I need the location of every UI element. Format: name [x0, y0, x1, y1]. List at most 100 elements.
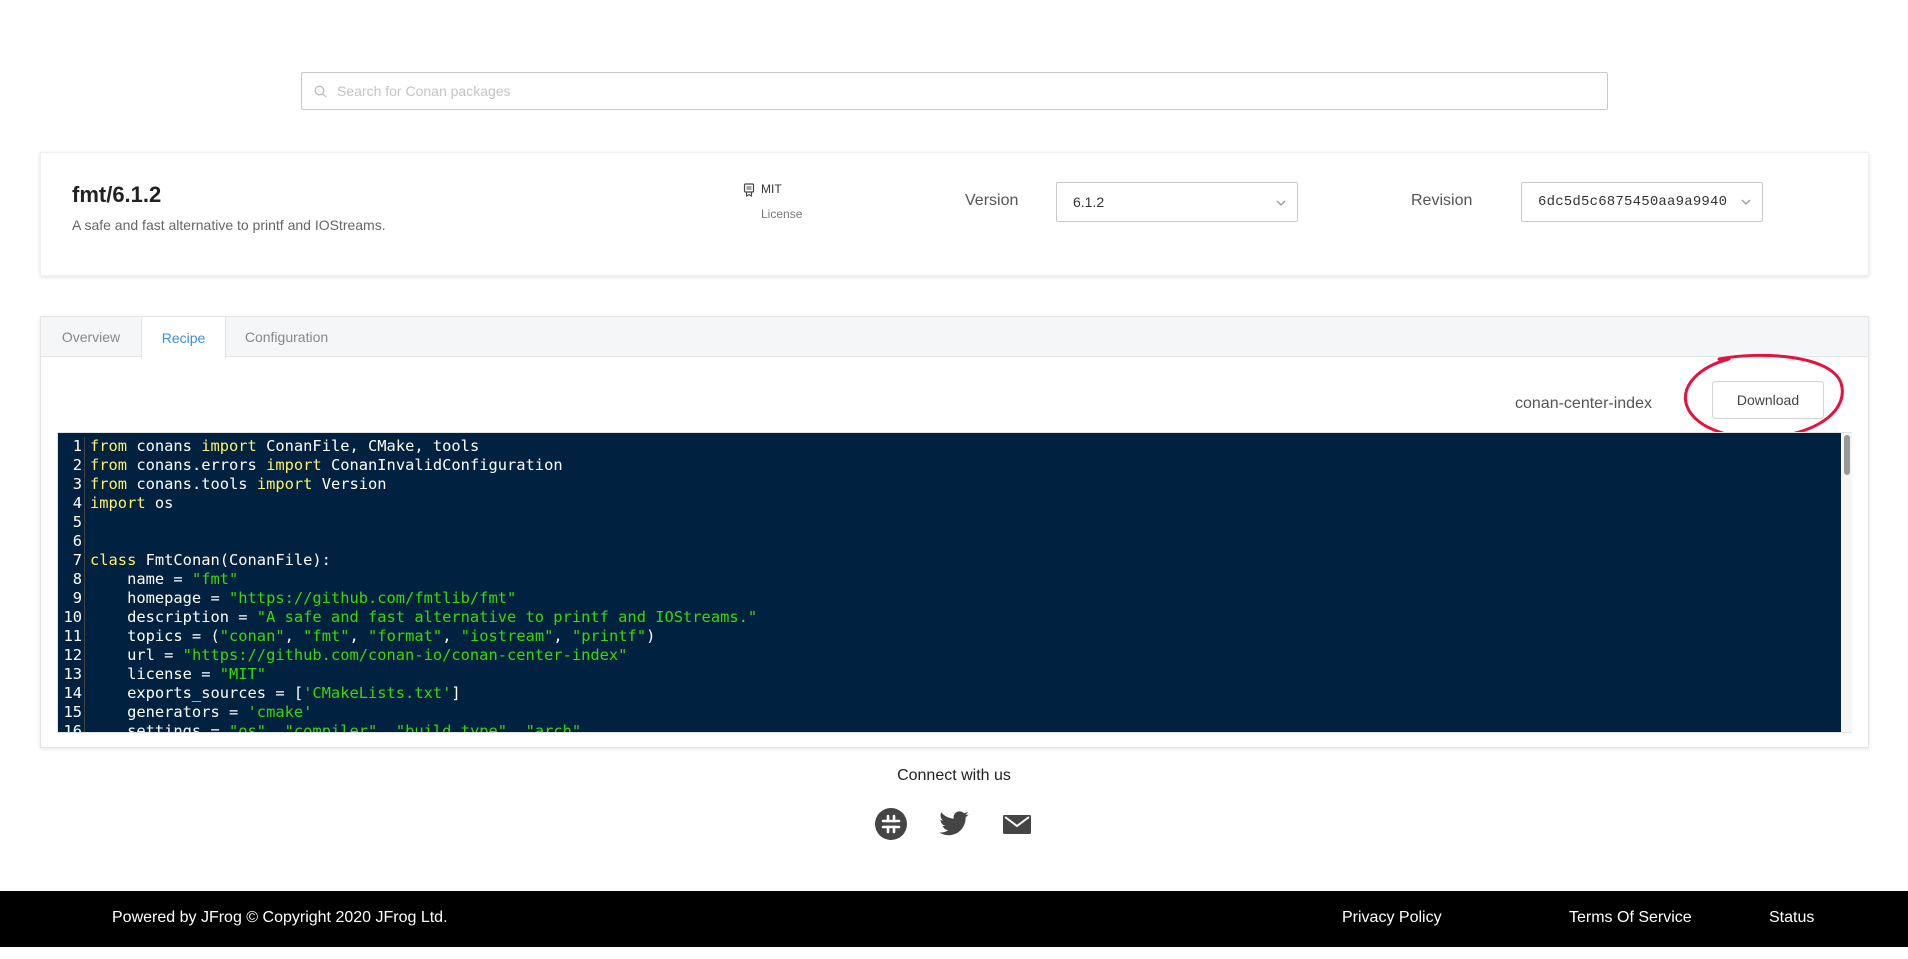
code-line: 11 topics = ("conan", "fmt", "format", "…: [58, 627, 1841, 646]
code-token: license =: [90, 665, 220, 683]
code-scrollbar[interactable]: [1842, 433, 1852, 732]
code-token: exports_sources = [: [90, 684, 304, 702]
search-box[interactable]: [301, 72, 1608, 110]
chevron-down-icon: [1740, 196, 1752, 208]
twitter-icon[interactable]: [938, 808, 970, 840]
code-token: ,: [266, 722, 285, 732]
tab-bar: Overview Recipe Configuration: [41, 317, 1868, 358]
code-line: 12 url = "https://github.com/conan-io/co…: [58, 646, 1841, 665]
recipe-code-viewer[interactable]: 1 from conans import ConanFile, CMake, to…: [57, 432, 1852, 733]
code-token: "https://github.com/fmtlib/fmt": [229, 589, 517, 607]
search-input[interactable]: [337, 83, 1537, 99]
tab-recipe[interactable]: Recipe: [141, 317, 226, 358]
line-number: 16: [58, 722, 85, 732]
line-number: 9: [58, 589, 85, 608]
version-select-value: 6.1.2: [1073, 194, 1105, 210]
package-header-card: fmt/6.1.2 A safe and fast alternative to…: [40, 152, 1869, 276]
code-token: "printf": [571, 627, 647, 645]
slack-icon[interactable]: [875, 808, 907, 840]
revision-select[interactable]: 6dc5d5c6875450aa9a9940: [1521, 182, 1763, 222]
license-value: MIT: [761, 182, 782, 196]
code-token: from: [90, 456, 128, 474]
code-line-content: topics = ("conan", "fmt", "format", "ios…: [90, 627, 655, 646]
code-line-content: license = "MIT": [90, 665, 266, 684]
code-token: topics = (: [90, 627, 220, 645]
line-number: 6: [58, 532, 85, 551]
code-line-content: import os: [90, 494, 173, 513]
line-number: 14: [58, 684, 85, 703]
code-line: 15 generators = 'cmake': [58, 703, 1841, 722]
code-token: "https://github.com/conan-io/conan-cente…: [182, 646, 628, 664]
code-token: url =: [90, 646, 183, 664]
line-number: 7: [58, 551, 85, 570]
code-token: ,: [553, 627, 572, 645]
code-line-content: from conans.tools import Version: [90, 475, 387, 494]
revision-label: Revision: [1411, 192, 1473, 209]
code-token: "A safe and fast alternative to printf a…: [256, 608, 758, 626]
code-line: 4 import os: [58, 494, 1841, 513]
terms-of-service-link[interactable]: Terms Of Service: [1569, 909, 1692, 927]
line-number: 2: [58, 456, 85, 475]
code-token: "conan": [219, 627, 285, 645]
code-line-content: class FmtConan(ConanFile):: [90, 551, 331, 570]
package-description: A safe and fast alternative to printf an…: [72, 217, 386, 233]
code-line-content: generators = 'cmake': [90, 703, 312, 722]
version-select[interactable]: 6.1.2: [1056, 182, 1298, 222]
code-token: class: [90, 551, 137, 569]
line-number: 11: [58, 627, 85, 646]
code-line-content: name = "fmt": [90, 570, 238, 589]
code-token: import: [201, 437, 257, 455]
code-token: "format": [368, 627, 443, 645]
tab-overview[interactable]: Overview: [41, 317, 141, 357]
line-number: 3: [58, 475, 85, 494]
code-editor[interactable]: 1 from conans import ConanFile, CMake, to…: [58, 433, 1841, 732]
code-token: ,: [284, 627, 304, 645]
code-line: 5: [58, 513, 1841, 532]
tab-configuration[interactable]: Configuration: [226, 317, 347, 357]
line-number: 12: [58, 646, 85, 665]
license-label: License: [761, 207, 803, 221]
code-line: 13 license = "MIT": [58, 665, 1841, 684]
line-number: 4: [58, 494, 85, 513]
code-line: 7 class FmtConan(ConanFile):: [58, 551, 1841, 570]
code-token: ConanFile, CMake, tools: [256, 437, 480, 455]
code-token: ]: [451, 684, 461, 702]
code-token: conans: [127, 437, 202, 455]
code-token: description =: [90, 608, 257, 626]
scrollbar-thumb[interactable]: [1844, 435, 1850, 475]
code-line: 10 description = "A safe and fast altern…: [58, 608, 1841, 627]
code-token: "MIT": [219, 665, 267, 683]
code-token: 'CMakeLists.txt': [303, 684, 452, 702]
line-number: 15: [58, 703, 85, 722]
code-line-content: url = "https://github.com/conan-io/conan…: [90, 646, 627, 665]
code-token: import: [90, 494, 146, 512]
code-token: os: [145, 494, 174, 512]
code-token: import: [266, 456, 322, 474]
code-token: ,: [377, 722, 396, 732]
connect-heading: Connect with us: [897, 767, 1011, 784]
code-token: "compiler": [284, 722, 378, 732]
code-token: from: [90, 475, 128, 493]
code-token: ): [646, 627, 656, 645]
code-token: import: [256, 475, 313, 493]
code-line: 16 settings = "os", "compiler", "build_t…: [58, 722, 1841, 732]
code-token: ConanInvalidConfiguration: [321, 456, 563, 474]
code-token: settings =: [90, 722, 229, 732]
code-token: name =: [90, 570, 192, 588]
privacy-policy-link[interactable]: Privacy Policy: [1342, 909, 1442, 927]
code-line-content: description = "A safe and fast alternati…: [90, 608, 757, 627]
status-link[interactable]: Status: [1769, 909, 1814, 927]
code-token: ,: [442, 627, 461, 645]
mail-icon[interactable]: [1001, 808, 1033, 840]
code-token: "os": [229, 722, 267, 732]
code-line-content: exports_sources = ['CMakeLists.txt']: [90, 684, 461, 703]
code-token: homepage =: [90, 589, 229, 607]
search-icon: [314, 84, 328, 98]
line-number: 1: [58, 437, 85, 456]
code-token: Version: [312, 475, 387, 493]
line-number: 10: [58, 608, 85, 627]
annotation-circle: [1683, 353, 1844, 440]
code-token: "arch": [525, 722, 582, 732]
page: fmt/6.1.2 A safe and fast alternative to…: [0, 0, 1908, 959]
package-tabs-panel: Overview Recipe Configuration conan-cent…: [40, 316, 1869, 748]
